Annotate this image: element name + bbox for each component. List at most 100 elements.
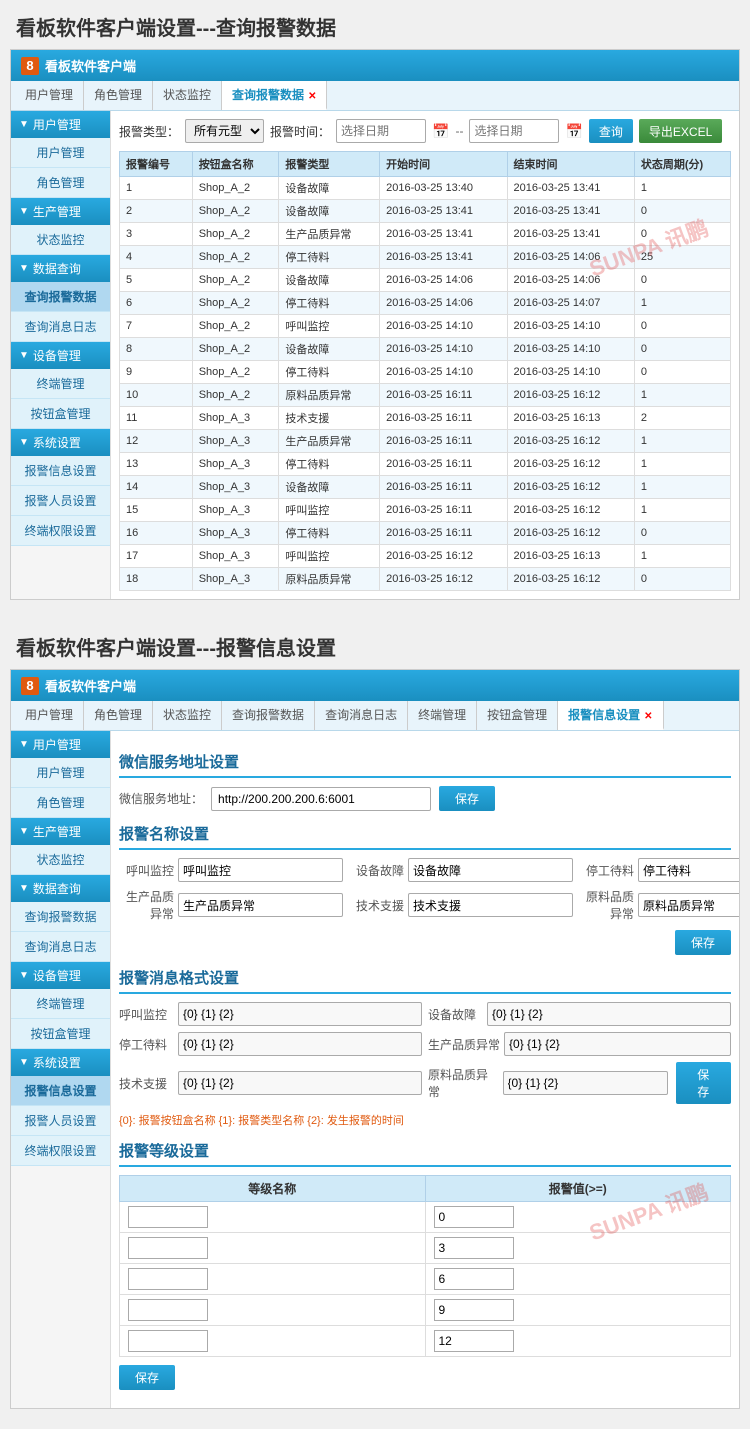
sidebar2-item-terminal[interactable]: 终端管理: [11, 989, 110, 1019]
sidebar2-section-device[interactable]: ▼ 设备管理: [11, 962, 110, 989]
format-input-5[interactable]: [178, 1071, 422, 1095]
table-cell: 2016-03-25 13:41: [507, 223, 634, 246]
level-name-cell: [120, 1326, 426, 1357]
tab-query-alarm-1[interactable]: 查询报警数据✕: [222, 81, 327, 110]
table-cell: 16: [120, 522, 193, 545]
sidebar-section-user-1[interactable]: ▼ 用户管理: [11, 111, 110, 138]
alarm-name-input-1[interactable]: [178, 858, 343, 882]
wechat-save-btn[interactable]: 保存: [439, 786, 495, 811]
tab-status-monitor-1[interactable]: 状态监控: [153, 81, 222, 110]
dash-1: --: [455, 124, 463, 138]
calendar-icon-2[interactable]: 📅: [565, 123, 582, 140]
query-button-1[interactable]: 查询: [589, 119, 633, 143]
format-input-3[interactable]: [178, 1032, 422, 1056]
sidebar2-item-querylog[interactable]: 查询消息日志: [11, 932, 110, 962]
sidebar-item-terminal-1[interactable]: 终端管理: [11, 369, 110, 399]
sidebar2-item-buttonbox[interactable]: 按钮盒管理: [11, 1019, 110, 1049]
sidebar-item-alarmperson-1[interactable]: 报警人员设置: [11, 486, 110, 516]
sidebar-section-prod-1[interactable]: ▼ 生产管理: [11, 198, 110, 225]
tab-queryalarm-2[interactable]: 查询报警数据: [222, 701, 315, 730]
level-name-input[interactable]: [128, 1237, 208, 1259]
alarm-name-input-5[interactable]: [408, 893, 573, 917]
calendar-icon-1[interactable]: 📅: [432, 123, 449, 140]
alarm-name-input-4[interactable]: [178, 893, 343, 917]
level-value-input[interactable]: [434, 1206, 514, 1228]
sidebar-item-querylog-1[interactable]: 查询消息日志: [11, 312, 110, 342]
alarm-name-input-2[interactable]: [408, 858, 573, 882]
table-cell: 2016-03-25 14:07: [507, 292, 634, 315]
level-save-btn[interactable]: 保存: [119, 1365, 175, 1390]
sidebar2-item-status[interactable]: 状态监控: [11, 845, 110, 875]
sidebar-item-status-1[interactable]: 状态监控: [11, 225, 110, 255]
sidebar2-item-role[interactable]: 角色管理: [11, 788, 110, 818]
sidebar2-item-user[interactable]: 用户管理: [11, 758, 110, 788]
end-date-input-1[interactable]: [469, 119, 559, 143]
alarm-name-item-2: 设备故障: [349, 858, 573, 882]
sidebar-item-alarminfo-1[interactable]: 报警信息设置: [11, 456, 110, 486]
arrow-icon-3: ▼: [19, 263, 29, 274]
sidebar2-item-alarmperson[interactable]: 报警人员设置: [11, 1106, 110, 1136]
tab-role-2[interactable]: 角色管理: [84, 701, 153, 730]
sidebar-section-prod-label: 生产管理: [33, 203, 81, 220]
sidebar2-section-user[interactable]: ▼ 用户管理: [11, 731, 110, 758]
format-item-5: 技术支援: [119, 1062, 422, 1104]
sidebar-item-queryalarm-1[interactable]: 查询报警数据: [11, 282, 110, 312]
sidebar-item-buttonbox-1[interactable]: 按钮盒管理: [11, 399, 110, 429]
sidebar2-item-alarminfo[interactable]: 报警信息设置: [11, 1076, 110, 1106]
table-cell: 2016-03-25 16:12: [507, 522, 634, 545]
tab-user-2[interactable]: 用户管理: [15, 701, 84, 730]
tab-terminal-2[interactable]: 终端管理: [408, 701, 477, 730]
sidebar2-item-permission[interactable]: 终端权限设置: [11, 1136, 110, 1166]
sidebar-item-permission-1[interactable]: 终端权限设置: [11, 516, 110, 546]
tab-status-2[interactable]: 状态监控: [153, 701, 222, 730]
sidebar-section-sys-1[interactable]: ▼ 系统设置: [11, 429, 110, 456]
table-cell: Shop_A_2: [192, 338, 279, 361]
app-header-2: 8 看板软件客户端: [11, 670, 739, 701]
tab-user-mgmt-1[interactable]: 用户管理: [15, 81, 84, 110]
alarm-name-input-6[interactable]: [638, 893, 739, 917]
format-section-title: 报警消息格式设置: [119, 967, 731, 994]
sidebar-item-user-1[interactable]: 用户管理: [11, 138, 110, 168]
arrow2-icon-3: ▼: [19, 883, 29, 894]
start-date-input-1[interactable]: [336, 119, 426, 143]
level-value-input[interactable]: [434, 1330, 514, 1352]
level-name-input[interactable]: [128, 1206, 208, 1228]
wechat-input[interactable]: [211, 787, 431, 811]
format-label-6: 原料品质异常: [428, 1066, 499, 1100]
format-input-6[interactable]: [503, 1071, 668, 1095]
level-value-input[interactable]: [434, 1237, 514, 1259]
level-name-input[interactable]: [128, 1268, 208, 1290]
sidebar2-section-data[interactable]: ▼ 数据查询: [11, 875, 110, 902]
level-name-input[interactable]: [128, 1330, 208, 1352]
level-value-input[interactable]: [434, 1268, 514, 1290]
tab-role-mgmt-1[interactable]: 角色管理: [84, 81, 153, 110]
level-name-input[interactable]: [128, 1299, 208, 1321]
table-cell: Shop_A_2: [192, 246, 279, 269]
alarm-name-save-btn[interactable]: 保存: [675, 930, 731, 955]
excel-button-1[interactable]: 导出EXCEL: [639, 119, 722, 143]
table-cell: 呼叫监控: [279, 499, 380, 522]
sidebar2-section-prod[interactable]: ▼ 生产管理: [11, 818, 110, 845]
sidebar2-item-queryalarm[interactable]: 查询报警数据: [11, 902, 110, 932]
tab-buttonbox-2[interactable]: 按钮盒管理: [477, 701, 558, 730]
format-input-1[interactable]: [178, 1002, 422, 1026]
format-input-2[interactable]: [487, 1002, 731, 1026]
tab-close-icon-1[interactable]: ✕: [308, 91, 316, 102]
format-input-4[interactable]: [504, 1032, 731, 1056]
sidebar-section-data-1[interactable]: ▼ 数据查询: [11, 255, 110, 282]
tab-close-icon-2[interactable]: ✕: [644, 711, 652, 722]
level-name-cell: [120, 1295, 426, 1326]
table-cell: Shop_A_3: [192, 453, 279, 476]
level-value-input[interactable]: [434, 1299, 514, 1321]
table-cell: 1: [634, 453, 730, 476]
col-header-type: 报警类型: [279, 152, 380, 177]
type-select-1[interactable]: 所有元型: [185, 119, 264, 143]
format-save-btn[interactable]: 保存: [676, 1062, 732, 1104]
tab-alarminfo-2[interactable]: 报警信息设置✕: [558, 701, 663, 730]
sidebar-section-device-1[interactable]: ▼ 设备管理: [11, 342, 110, 369]
sidebar2-section-sys[interactable]: ▼ 系统设置: [11, 1049, 110, 1076]
table-cell: 0: [634, 361, 730, 384]
tab-querylog-2[interactable]: 查询消息日志: [315, 701, 408, 730]
alarm-name-input-3[interactable]: [638, 858, 739, 882]
sidebar-item-role-1[interactable]: 角色管理: [11, 168, 110, 198]
